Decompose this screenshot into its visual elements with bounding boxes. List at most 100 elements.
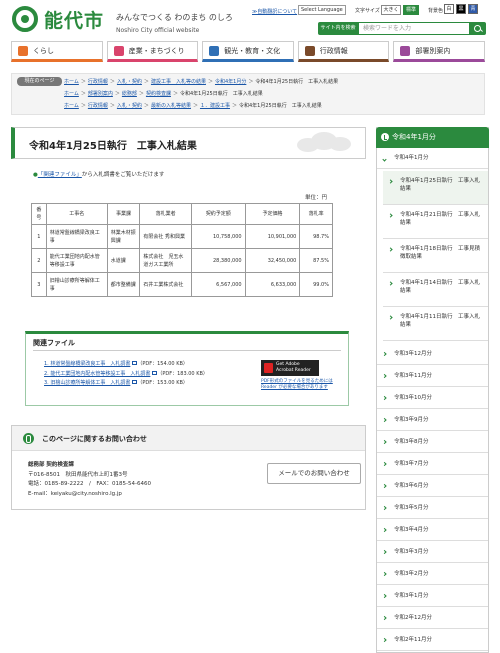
cell-rate: 98.7%	[299, 224, 333, 249]
sidebar-item-month[interactable]: 令和3年7月分	[377, 453, 488, 475]
breadcrumb-link[interactable]: ホーム	[64, 91, 79, 97]
sidebar-item-month[interactable]: 令和3年6月分	[377, 475, 488, 497]
cell-rate: 99.0%	[299, 272, 333, 297]
sidebar-item-label: 令和4年1月18日執行 工事見積徴取結果	[400, 246, 480, 260]
related-files-list: 1. 林道常盤線橋梁改良工事 入札調書 （PDF：154.00 KB） 2. 能代…	[44, 360, 208, 389]
cell-contract: 28,380,000	[190, 248, 246, 273]
sidebar-item-current[interactable]: 令和4年1月分	[377, 148, 488, 169]
page-title: 令和4年1月25日執行 工事入札結果	[29, 141, 197, 152]
breadcrumb-link[interactable]: ホーム	[64, 79, 79, 85]
sidebar-item-label: 令和3年7月分	[394, 461, 429, 467]
sidebar-subitem[interactable]: 令和4年1月18日執行 工事見積徴取結果	[383, 239, 488, 273]
sidebar-item-label: 令和3年6月分	[394, 483, 429, 489]
cell-name: 林道常盤線橋梁改良工事	[45, 224, 108, 249]
cell-dept: 水道課	[106, 248, 141, 273]
sidebar-subitem[interactable]: 令和4年1月25日執行 工事入札結果	[383, 171, 488, 205]
breadcrumb-link[interactable]: 建設工事 入札等の結果	[151, 79, 206, 85]
auto-translate-link[interactable]: ≫自動翻訳について	[252, 8, 297, 15]
chevron-right-icon	[388, 213, 393, 218]
home-icon	[18, 45, 28, 56]
breadcrumb-link[interactable]: 行政情報	[88, 79, 108, 85]
sidebar-subitem[interactable]: 令和4年1月14日執行 工事入札結果	[383, 273, 488, 307]
breadcrumb-link[interactable]: 入札・契約	[117, 79, 142, 85]
sidebar-item-month[interactable]: 令和2年12月分	[377, 607, 488, 629]
sidebar-item-month[interactable]: 令和3年4月分	[377, 519, 488, 541]
nav-item-kurashi[interactable]: くらし	[11, 41, 103, 62]
breadcrumb: 現在のページ ホーム＞行政情報＞入札・契約＞建設工事 入札等の結果＞令和4年1月…	[11, 73, 485, 115]
sidebar-item-month[interactable]: 令和3年10月分	[377, 387, 488, 409]
chevron-right-icon	[388, 315, 393, 320]
breadcrumb-link[interactable]: 部署別案内	[88, 91, 113, 97]
cell-dept: 都市整備課	[106, 272, 141, 297]
contact-header: このページに関するお問い合わせ	[12, 426, 365, 451]
intro-rest: から入札調書をご覧いただけます	[81, 172, 165, 178]
chevron-right-icon	[382, 549, 387, 554]
sidebar-item-month[interactable]: 令和2年11月分	[377, 629, 488, 651]
nav-item-sangyo[interactable]: 産業・まちづくり	[106, 41, 199, 62]
chevron-right-icon	[382, 373, 387, 378]
column-header: 工事名	[45, 203, 108, 225]
sidebar-item-label: 令和2年11月分	[394, 637, 432, 643]
breadcrumb-link[interactable]: 総務部	[122, 91, 137, 97]
sidebar-item-label: 令和4年1月14日執行 工事入札結果	[400, 280, 480, 294]
breadcrumb-link[interactable]: 入札・契約	[117, 103, 142, 109]
sidebar-item-label: 令和4年1月25日執行 工事入札結果	[400, 178, 480, 192]
chevron-right-icon	[382, 615, 387, 620]
mail-inquiry-button[interactable]: メールでのお問い合わせ	[267, 463, 361, 484]
breadcrumb-link[interactable]: ホーム	[64, 103, 79, 109]
breadcrumb-link[interactable]: 最新の入札等結果	[151, 103, 191, 109]
sidebar-item-label: 令和3年3月分	[394, 549, 429, 555]
sidebar-item-month[interactable]: 令和3年11月分	[377, 365, 488, 387]
related-files-title: 関連ファイル	[33, 339, 75, 347]
table-row: 1 林道常盤線橋梁改良工事 林業木材振興課 有限会社 秀和興業 10,758,0…	[31, 224, 333, 249]
file-link-1[interactable]: 1. 林道常盤線橋梁改良工事 入札調書	[44, 361, 130, 367]
search-icon[interactable]	[470, 22, 486, 35]
breadcrumb-link[interactable]: １．建設工事	[200, 103, 230, 109]
font-size-large-button[interactable]: 大きく	[381, 5, 401, 15]
sidebar-item-month[interactable]: 令和3年5月分	[377, 497, 488, 519]
nav-label: くらし	[33, 46, 54, 55]
site-logo-name[interactable]: 能代市	[44, 6, 104, 33]
sidebar-item-label: 令和3年1月分	[394, 593, 429, 599]
sidebar-item-month[interactable]: 令和3年1月分	[377, 585, 488, 607]
search-label: サイト内を検索	[318, 22, 358, 35]
contact-box: このページに関するお問い合わせ 総務部 契約検査課 〒016-8501 秋田県能…	[11, 425, 366, 510]
breadcrumb-link[interactable]: 令和4年1月分	[215, 79, 246, 85]
sidebar-item-month[interactable]: 令和3年9月分	[377, 409, 488, 431]
bg-black-button[interactable]: 黒	[456, 4, 466, 14]
bg-white-button[interactable]: 白	[444, 4, 454, 14]
list-item: 1. 林道常盤線橋梁改良工事 入札調書 （PDF：154.00 KB）	[44, 360, 208, 370]
adobe-reader-banner[interactable]: Get Adobe Acrobat Reader	[261, 360, 319, 376]
cell-planned: 6,633,000	[244, 272, 301, 297]
nav-item-busho[interactable]: 部署別案内	[393, 41, 485, 62]
related-files-link[interactable]: 「関連ファイル」	[38, 172, 82, 178]
file-link-2[interactable]: 2. 能代工業団地内配水管等移設工事 入札調書	[44, 371, 150, 377]
chevron-right-icon	[382, 461, 387, 466]
site-tagline: みんなでつくる わのまち のしろ	[116, 13, 233, 22]
chevron-right-icon	[382, 505, 387, 510]
sidebar-item-month[interactable]: 令和3年3月分	[377, 541, 488, 563]
bg-blue-button[interactable]: 青	[468, 4, 478, 14]
breadcrumb-link[interactable]: 契約検査課	[146, 91, 171, 97]
sidebar-item-month[interactable]: 令和3年12月分	[377, 343, 488, 365]
breadcrumb-current: 令和4年1月25日執行 工事入札結果	[179, 91, 263, 97]
adobe-note-link[interactable]: PDF形式のファイルを見るためには Reader が必要な場合があります	[261, 379, 346, 391]
nav-item-gyosei[interactable]: 行政情報	[297, 41, 390, 62]
city-emblem-icon[interactable]	[12, 6, 38, 32]
sidebar-item-label: 令和3年8月分	[394, 439, 429, 445]
font-size-standard-button[interactable]: 標準	[403, 5, 419, 15]
sidebar-item-month[interactable]: 令和3年2月分	[377, 563, 488, 585]
table-header-row: 番号 工事名 事業課 落札業者 契約予定額 予定価格 落札率	[31, 203, 333, 225]
breadcrumb-current: 令和4年1月25日執行 工事入札結果	[255, 79, 339, 85]
sidebar-subitem[interactable]: 令和4年1月21日執行 工事入札結果	[383, 205, 488, 239]
cell-name: 旧檜山診療所等解体工事	[45, 272, 108, 297]
breadcrumb-link[interactable]: 行政情報	[88, 103, 108, 109]
contact-body: 総務部 契約検査課 〒016-8501 秋田県能代市上町1番3号 電話：0185…	[28, 461, 151, 499]
file-link-3[interactable]: 3. 旧檜山診療所等解体工事 入札調書	[44, 380, 130, 386]
search-input[interactable]: 検索ワードを入力	[358, 22, 470, 35]
sidebar-item-month[interactable]: 令和3年8月分	[377, 431, 488, 453]
cell-planned: 10,901,000	[244, 224, 301, 249]
nav-item-kanko[interactable]: 観光・教育・文化	[202, 41, 294, 62]
sidebar-subitem[interactable]: 令和4年1月11日執行 工事入札結果	[383, 307, 488, 341]
language-select[interactable]: Select Language	[298, 5, 346, 15]
